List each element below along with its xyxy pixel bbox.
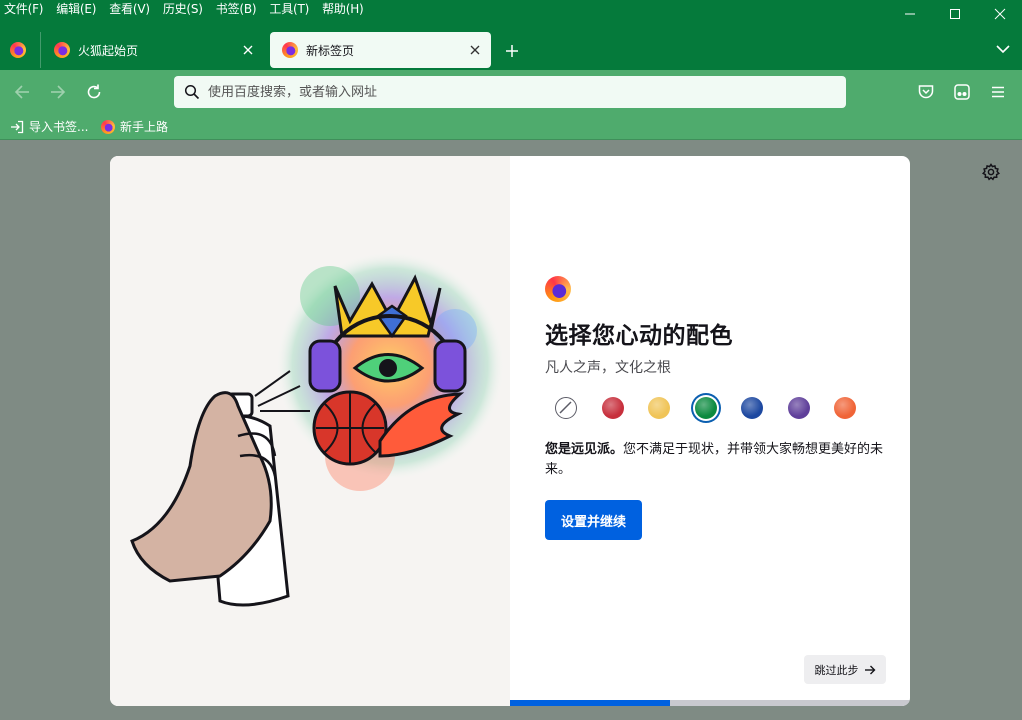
colorway-swatch-purple[interactable] bbox=[787, 397, 810, 419]
close-window-button[interactable] bbox=[977, 0, 1022, 28]
colorway-description: 您是远见派。您不满足于现状，并带领大家畅想更美好的未来。 bbox=[545, 440, 890, 480]
tab-separator bbox=[40, 32, 41, 68]
minimize-icon bbox=[904, 13, 915, 15]
pocket-button[interactable] bbox=[916, 82, 936, 102]
tab-strip: 火狐起始页 新标签页 bbox=[0, 30, 1022, 70]
colorway-onboarding-dialog: 选择您心动的配色 凡人之声，文化之根 您是远见派。您不满足于现状，并带领大家畅想… bbox=[110, 156, 910, 706]
forward-arrow-icon bbox=[51, 85, 66, 99]
title-bar: 文件(F) 编辑(E) 查看(V) 历史(S) 书签(B) 工具(T) 帮助(H… bbox=[0, 0, 1022, 70]
colorway-swatch-default[interactable] bbox=[555, 397, 577, 419]
close-icon bbox=[470, 45, 480, 55]
gear-icon[interactable] bbox=[981, 162, 1001, 182]
reload-icon bbox=[87, 84, 101, 99]
menu-edit[interactable]: 编辑(E) bbox=[56, 0, 96, 18]
new-tab-button[interactable] bbox=[503, 42, 521, 60]
url-input[interactable] bbox=[208, 84, 808, 100]
menu-tools[interactable]: 工具(T) bbox=[269, 0, 309, 18]
bookmark-getting-started[interactable]: 新手上路 bbox=[101, 118, 168, 135]
maximize-button[interactable] bbox=[932, 0, 977, 28]
firefox-logo-icon bbox=[545, 276, 571, 302]
bookmark-import[interactable]: 导入书签... bbox=[10, 118, 88, 135]
firefox-icon bbox=[54, 42, 70, 58]
spray-can-illustration bbox=[130, 251, 505, 607]
maximize-icon bbox=[949, 9, 960, 19]
menu-file[interactable]: 文件(F) bbox=[4, 0, 43, 18]
bookmark-label: 导入书签... bbox=[29, 120, 89, 134]
description-bold: 您是远见派。 bbox=[545, 442, 624, 457]
illustration-panel bbox=[110, 156, 510, 706]
extensions-button[interactable] bbox=[952, 82, 972, 102]
close-icon bbox=[243, 45, 253, 55]
search-icon bbox=[184, 84, 200, 100]
menu-view[interactable]: 查看(V) bbox=[109, 0, 150, 18]
onboarding-progress-bar bbox=[510, 700, 910, 706]
progress-fill bbox=[510, 700, 670, 706]
address-bar[interactable] bbox=[174, 76, 846, 108]
app-menu-button[interactable] bbox=[988, 82, 1008, 102]
menu-bookmarks[interactable]: 书签(B) bbox=[216, 0, 257, 18]
firefox-icon bbox=[101, 119, 115, 134]
page-title: 选择您心动的配色 bbox=[545, 323, 733, 349]
colorway-picker bbox=[555, 397, 881, 419]
tab-close-button[interactable] bbox=[240, 42, 256, 58]
content-panel: 选择您心动的配色 凡人之声，文化之根 您是远见派。您不满足于现状，并带领大家畅想… bbox=[510, 156, 910, 706]
page-subtitle: 凡人之声，文化之根 bbox=[545, 360, 671, 376]
tab-close-button[interactable] bbox=[467, 42, 483, 58]
colorway-swatch-red[interactable] bbox=[601, 397, 624, 419]
colorway-swatch-green[interactable] bbox=[694, 397, 717, 419]
no-color-slash-icon bbox=[559, 401, 572, 414]
window-controls bbox=[887, 0, 1022, 28]
import-icon bbox=[11, 120, 24, 133]
chevron-down-icon[interactable] bbox=[996, 44, 1010, 54]
bookmarks-toolbar: 导入书签... 新手上路 bbox=[0, 114, 1022, 140]
bookmark-label: 新手上路 bbox=[120, 120, 169, 134]
forward-button[interactable] bbox=[48, 82, 68, 102]
pocket-icon bbox=[918, 85, 934, 99]
save-and-continue-button[interactable]: 设置并继续 bbox=[545, 500, 642, 540]
close-icon bbox=[994, 8, 1005, 20]
menu-help[interactable]: 帮助(H) bbox=[322, 0, 364, 18]
colorway-swatch-blue[interactable] bbox=[741, 397, 763, 419]
reload-button[interactable] bbox=[84, 82, 104, 102]
menu-history[interactable]: 历史(S) bbox=[163, 0, 203, 18]
firefox-view-icon[interactable] bbox=[10, 42, 26, 58]
firefox-icon bbox=[282, 42, 298, 58]
back-button[interactable] bbox=[12, 82, 32, 102]
navigation-toolbar bbox=[0, 70, 1022, 114]
tab-label: 火狐起始页 bbox=[78, 43, 139, 58]
tab-new-tab[interactable]: 新标签页 bbox=[270, 32, 491, 68]
hamburger-menu-icon bbox=[992, 86, 1004, 98]
back-arrow-icon bbox=[14, 85, 29, 99]
menu-bar: 文件(F) 编辑(E) 查看(V) 历史(S) 书签(B) 工具(T) 帮助(H… bbox=[0, 0, 377, 18]
account-icon bbox=[954, 84, 970, 100]
colorway-swatch-yellow[interactable] bbox=[648, 397, 670, 419]
colorway-swatch-orange[interactable] bbox=[834, 397, 856, 419]
tab-firefox-home[interactable]: 火狐起始页 bbox=[42, 32, 264, 68]
skip-button-label: 跳过此步 bbox=[814, 663, 859, 677]
skip-button[interactable]: 跳过此步 bbox=[804, 655, 886, 684]
tab-label: 新标签页 bbox=[306, 43, 355, 58]
minimize-button[interactable] bbox=[887, 0, 932, 28]
arrow-right-icon bbox=[864, 665, 875, 674]
